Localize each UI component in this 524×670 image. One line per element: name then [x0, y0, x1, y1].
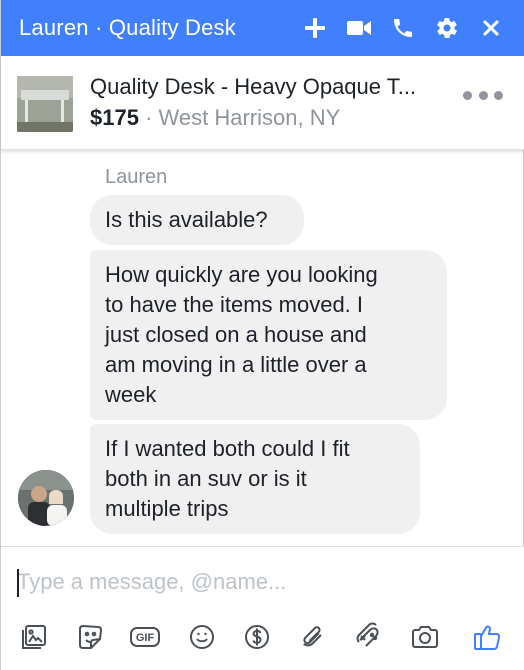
camera-icon[interactable]	[405, 617, 445, 657]
message-line: am moving in a little over a	[105, 352, 367, 377]
message-bubble[interactable]: If I wanted both could I fit both in an …	[90, 424, 420, 534]
message-line: to have the items moved. I	[105, 292, 364, 317]
attachment-icon[interactable]	[293, 617, 333, 657]
close-icon[interactable]	[469, 10, 513, 46]
game-icon[interactable]	[349, 617, 389, 657]
chat-header[interactable]: Lauren · Quality Desk	[1, 0, 524, 56]
gif-icon[interactable]: GIF	[125, 617, 165, 657]
message-line: week	[105, 382, 157, 407]
item-separator: ·	[145, 105, 153, 130]
header-actions	[293, 10, 513, 46]
gear-icon[interactable]	[425, 10, 469, 46]
text-caret	[17, 569, 19, 597]
message-bubble[interactable]: How quickly are you looking to have the …	[90, 250, 447, 420]
item-title[interactable]: Quality Desk - Heavy Opaque T...	[90, 73, 460, 101]
composer: GIF	[1, 547, 524, 670]
plus-icon[interactable]	[293, 10, 337, 46]
message-bubble[interactable]: Is this available?	[90, 195, 304, 245]
composer-toolbar: GIF	[1, 617, 524, 657]
sender-name: Lauren	[105, 166, 168, 188]
message-input[interactable]	[17, 567, 507, 597]
message-line: If I wanted both could I fit	[105, 436, 350, 461]
video-camera-icon[interactable]	[337, 10, 381, 46]
item-price: $175	[90, 105, 139, 130]
photo-icon[interactable]	[14, 617, 54, 657]
item-thumbnail[interactable]	[17, 76, 73, 132]
gif-label: GIF	[136, 632, 155, 644]
like-icon[interactable]	[467, 617, 507, 657]
more-options-icon[interactable]	[463, 88, 503, 102]
marketplace-item-bar[interactable]: Quality Desk - Heavy Opaque T... $175 · …	[1, 56, 524, 150]
payment-icon[interactable]	[237, 617, 277, 657]
message-line: How quickly are you looking	[105, 262, 378, 287]
message-line: multiple trips	[105, 496, 229, 521]
avatar[interactable]	[18, 470, 74, 526]
emoji-icon[interactable]	[182, 617, 222, 657]
message-line: just closed on a house and	[105, 322, 367, 347]
message-line: Is this available?	[105, 207, 268, 232]
message-line: both in an suv or is it	[105, 466, 307, 491]
chat-title[interactable]: Lauren · Quality Desk	[19, 13, 236, 43]
chat-window: Lauren · Quality Desk Quality Desk - Hea…	[0, 0, 524, 670]
item-details: $175 · West Harrison, NY	[90, 104, 340, 132]
phone-icon[interactable]	[381, 10, 425, 46]
sticker-icon[interactable]	[70, 617, 110, 657]
item-location: West Harrison, NY	[158, 105, 341, 130]
